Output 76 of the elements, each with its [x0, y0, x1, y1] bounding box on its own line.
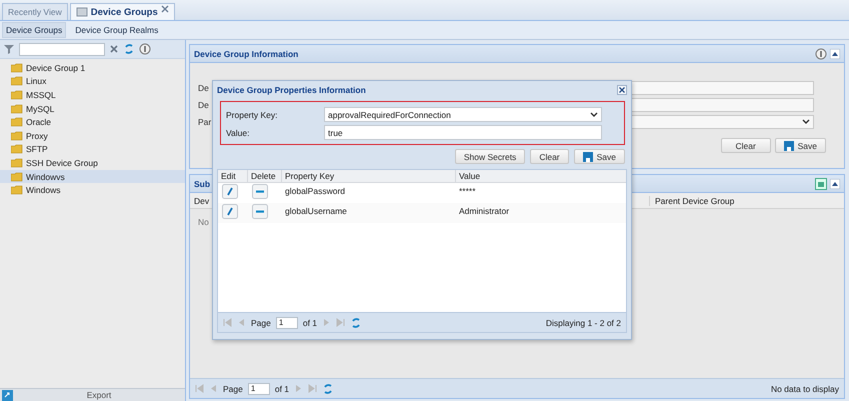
refresh-icon[interactable]: [123, 43, 135, 55]
tab-page-icon: [76, 7, 88, 17]
folder-icon: [11, 172, 23, 182]
table-cell-text: Administrator: [458, 205, 510, 216]
refresh-icon[interactable]: [350, 316, 362, 328]
collapse-icon[interactable]: [830, 48, 840, 58]
delete-button[interactable]: [252, 204, 268, 219]
tree-item[interactable]: MySQL: [0, 102, 185, 116]
sub-tab[interactable]: Device Groups: [2, 22, 66, 38]
button[interactable]: Show Secrets: [454, 149, 526, 164]
edit-button[interactable]: [222, 204, 238, 219]
tree-item[interactable]: Device Group 1: [0, 61, 185, 75]
folder-icon: [11, 62, 23, 73]
panel-title: Device Group Information: [194, 48, 298, 58]
column-header[interactable]: Property Key: [282, 170, 456, 182]
page-label: Page: [251, 318, 271, 328]
column-header[interactable]: Edit: [218, 170, 248, 182]
refresh-icon[interactable]: [322, 382, 334, 394]
tree-item[interactable]: Proxy: [0, 128, 185, 143]
dialog-title: Device Group Properties Information: [217, 84, 366, 94]
column-header[interactable]: Delete: [248, 170, 282, 182]
field-label: De: [198, 100, 209, 110]
tree-item[interactable]: Linux: [0, 74, 185, 88]
input-field[interactable]: true: [324, 125, 602, 140]
clear-icon[interactable]: [109, 44, 119, 54]
page-label: Page: [223, 384, 243, 394]
field-label: Value:: [226, 128, 250, 138]
button[interactable]: Save: [774, 138, 826, 153]
column-header[interactable]: Parent Device Group: [649, 196, 734, 206]
folder-icon: [11, 130, 23, 141]
save-icon: [582, 152, 593, 162]
tree-item[interactable]: SSH Device Group: [0, 156, 185, 170]
field-label: Property Key:: [226, 110, 278, 120]
empty-message: No: [198, 217, 209, 227]
delete-button[interactable]: [252, 184, 268, 199]
save-icon: [784, 140, 794, 150]
page-count: of 1: [274, 384, 290, 394]
field-label: De: [198, 83, 209, 93]
folder-icon: [11, 76, 23, 86]
tab[interactable]: Device Groups: [70, 3, 175, 20]
info-icon[interactable]: [139, 43, 151, 55]
sub-tab[interactable]: Device Group Realms: [72, 23, 162, 37]
table-cell-text: *****: [458, 185, 477, 196]
dropdown-icon[interactable]: [802, 119, 810, 125]
folder-icon: [11, 104, 23, 114]
tree-item[interactable]: Oracle: [0, 115, 185, 129]
page-input[interactable]: 1: [276, 316, 298, 328]
button[interactable]: Clear: [720, 138, 771, 153]
edit-button[interactable]: [222, 184, 238, 199]
filter-icon[interactable]: [3, 43, 15, 55]
info-icon[interactable]: [815, 48, 827, 60]
tree-item[interactable]: SFTP: [0, 142, 185, 156]
field-label: Par: [198, 117, 212, 127]
panel-title: Sub: [194, 178, 210, 188]
input-field[interactable]: approvalRequiredForConnection: [324, 107, 602, 122]
collapse-icon[interactable]: [830, 178, 840, 188]
tree-item[interactable]: Windowvs: [0, 170, 185, 184]
tree-item[interactable]: MSSQL: [0, 88, 185, 102]
dropdown-icon[interactable]: [590, 112, 598, 118]
page-count: of 1: [302, 318, 318, 328]
button[interactable]: Save: [574, 149, 625, 164]
search-field[interactable]: [19, 42, 105, 56]
table-cell-text: globalUsername: [284, 205, 348, 216]
tree-item[interactable]: Windows: [0, 183, 185, 197]
close-icon[interactable]: [617, 84, 627, 94]
folder-icon: [11, 117, 23, 128]
close-icon[interactable]: [160, 5, 169, 13]
folder-icon: [11, 90, 23, 100]
button[interactable]: Clear: [530, 149, 569, 164]
pager-status: No data to display: [770, 384, 839, 394]
pager-status: Displaying 1 - 2 of 2: [546, 318, 621, 328]
export-icon[interactable]: [2, 390, 13, 400]
table-cell-text: globalPassword: [284, 185, 346, 196]
folder-icon: [11, 144, 23, 154]
column-header[interactable]: Value: [456, 170, 626, 182]
page-input[interactable]: 1: [248, 382, 270, 394]
